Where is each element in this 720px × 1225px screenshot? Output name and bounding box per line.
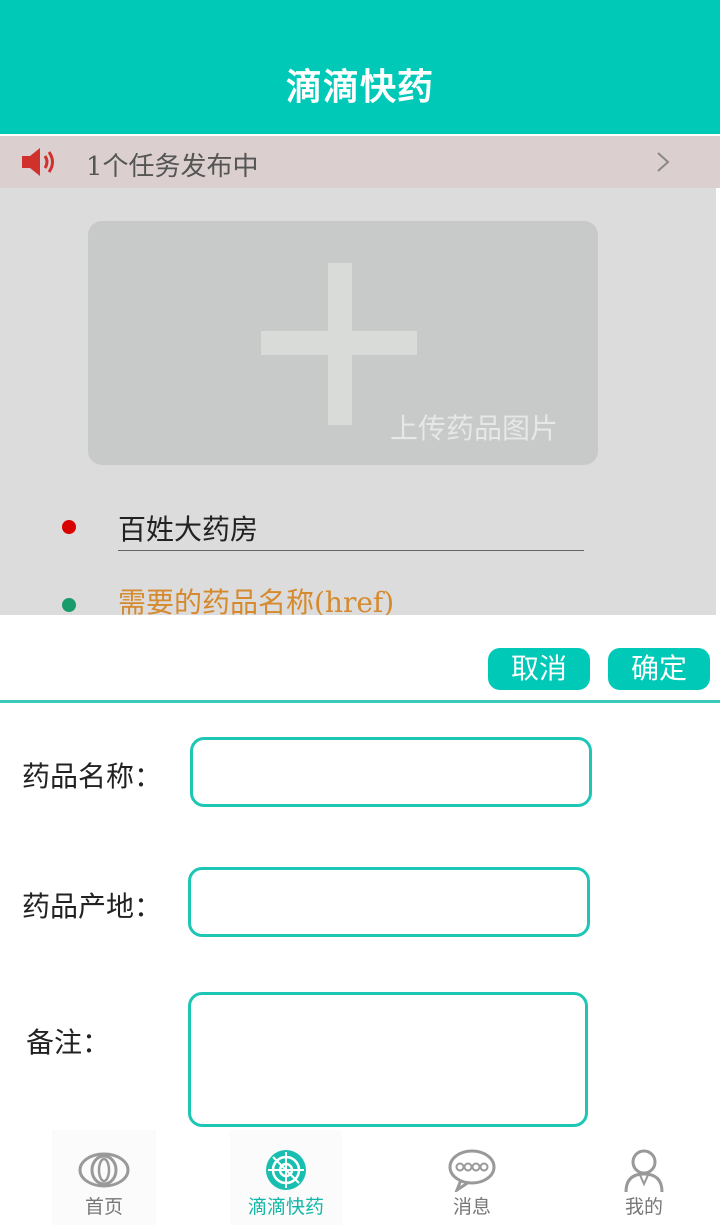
medicine-origin-label: 药品产地： [22, 890, 163, 923]
dialog-divider [0, 700, 720, 703]
tab-home[interactable]: 首页 [52, 1130, 156, 1225]
eye-icon [78, 1152, 130, 1188]
medicine-name-label: 药品名称： [22, 760, 163, 793]
tab-profile-label: 我的 [624, 1196, 663, 1218]
task-notice-bar[interactable]: 1个任务发布中 [0, 136, 720, 188]
app-header: 滴滴快药 [0, 0, 720, 134]
green-dot-icon [62, 598, 76, 612]
user-icon [624, 1149, 664, 1192]
speaker-icon [22, 148, 54, 176]
upload-label: 上传药品图片 [390, 412, 559, 445]
radar-icon [266, 1150, 306, 1190]
medicine-name-input[interactable] [190, 737, 592, 807]
plus-icon-bar [261, 331, 417, 355]
tab-didi-medicine-label: 滴滴快药 [247, 1196, 324, 1218]
medicine-dialog: 取消 确定 药品名称： 药品产地： 备注： [0, 615, 720, 1130]
tab-profile[interactable]: 我的 [590, 1130, 698, 1225]
cancel-button[interactable]: 取消 [488, 648, 590, 690]
tab-messages[interactable]: 消息 [418, 1130, 526, 1225]
page-title: 滴滴快药 [285, 67, 434, 108]
chevron-right-icon[interactable] [652, 150, 674, 174]
red-dot-icon [62, 520, 76, 534]
notice-text: 1个任务发布中 [86, 152, 259, 182]
task-form-background: 上传药品图片 百姓大药房 需要的药品名称(href) [0, 188, 716, 615]
upload-image-area[interactable]: 上传药品图片 [88, 221, 598, 465]
medicine-name-link[interactable]: 需要的药品名称(href) [118, 581, 394, 615]
pharmacy-name[interactable]: 百姓大药房 [118, 508, 258, 548]
confirm-button[interactable]: 确定 [608, 648, 710, 690]
chat-bubble-icon [448, 1149, 496, 1192]
tab-messages-label: 消息 [452, 1196, 491, 1218]
tab-home-label: 首页 [84, 1196, 123, 1218]
remarks-label: 备注： [26, 1026, 111, 1059]
remarks-input[interactable] [188, 992, 588, 1127]
pharmacy-underline [118, 550, 584, 551]
bottom-tab-bar: 首页 滴滴快药 消息 我的 [0, 1130, 720, 1225]
tab-didi-medicine[interactable]: 滴滴快药 [230, 1130, 342, 1225]
medicine-origin-input[interactable] [188, 867, 590, 937]
